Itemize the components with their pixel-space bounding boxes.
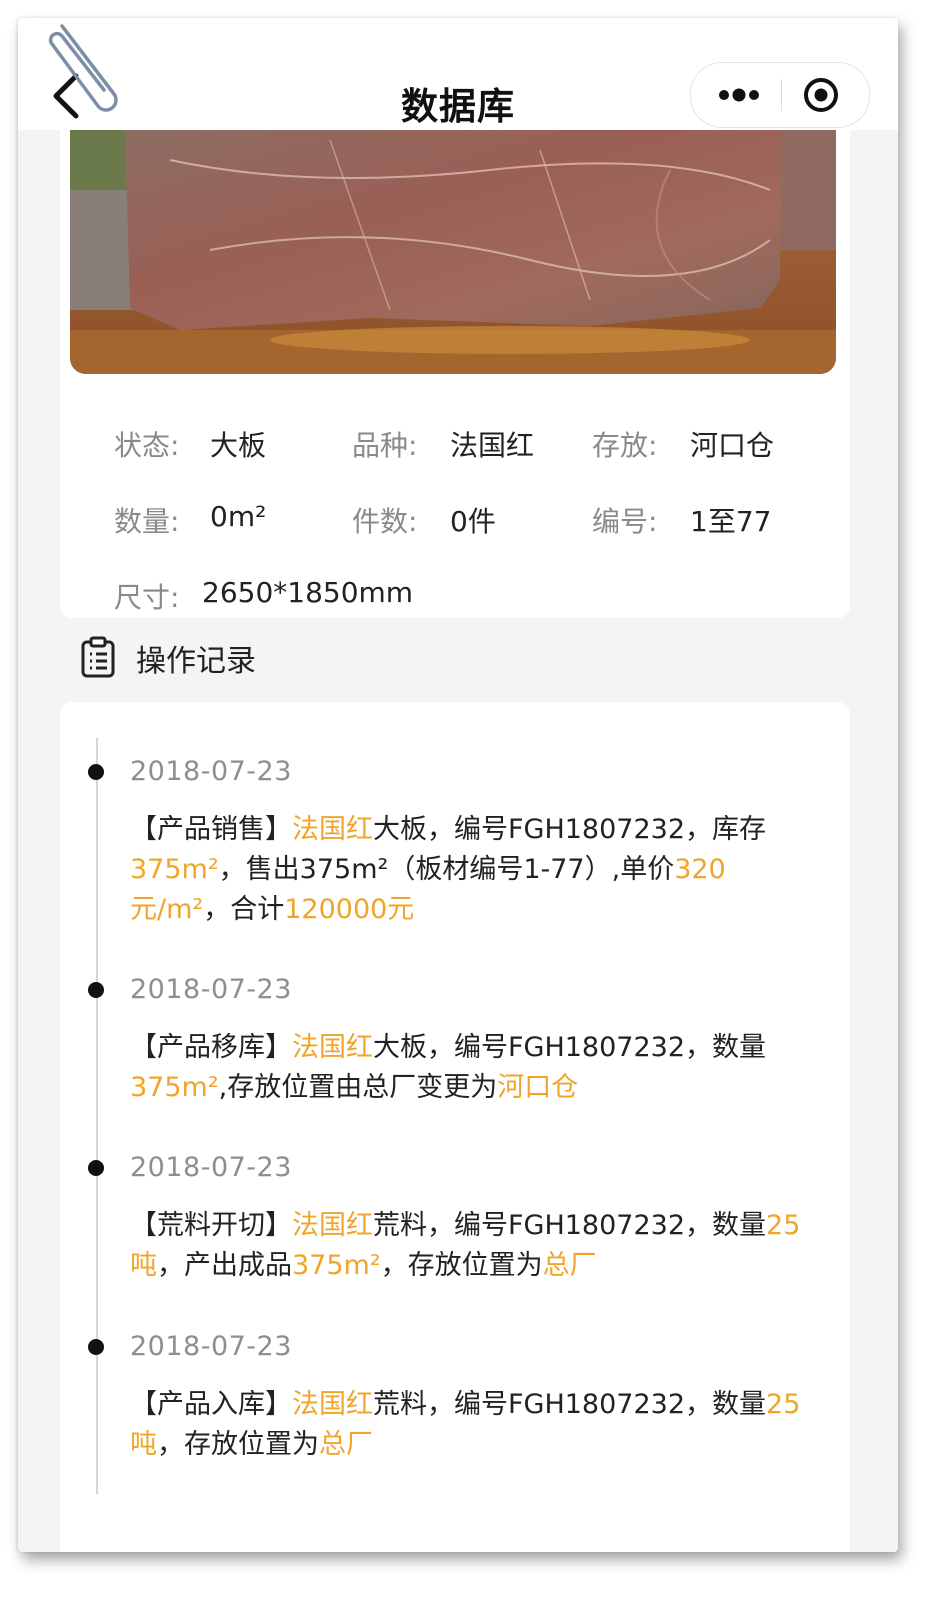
record-date: 2018-07-23 — [130, 1152, 292, 1183]
record-text-segment: 【产品入库】 — [130, 1389, 292, 1420]
size-label: 尺寸: — [114, 581, 180, 614]
exit-target-icon[interactable] — [803, 77, 839, 113]
pieces-field: 件数: 0件 — [352, 500, 496, 540]
paperclip-icon — [48, 24, 118, 112]
mini-program-capsule — [690, 62, 870, 128]
operation-records-card: 2018-07-23 【产品销售】法国红大板，编号FGH1807232，库存37… — [60, 702, 850, 1552]
pieces-value: 0件 — [450, 505, 496, 538]
timeline-dot — [88, 764, 104, 780]
storage-value: 河口仓 — [690, 429, 775, 462]
record-date: 2018-07-23 — [130, 1331, 292, 1362]
record-text: 【荒料开切】法国红荒料，编号FGH1807232，数量25吨，产出成品375m²… — [130, 1206, 820, 1286]
number-label: 编号: — [592, 505, 658, 538]
app-frame: 数据库 状态: 大板 品种: 法国红 存放: 河口仓 数量: 0m² 件数: 0… — [18, 18, 898, 1552]
clipboard-list-icon — [81, 636, 115, 678]
record-date: 2018-07-23 — [130, 756, 292, 787]
highlight-text: 375m² — [130, 1072, 219, 1103]
record-text: 【产品移库】法国红大板，编号FGH1807232，数量 375m²,存放位置由总厂… — [130, 1028, 820, 1108]
stone-block-photo — [70, 130, 836, 374]
status-value: 大板 — [210, 429, 267, 462]
quantity-label: 数量: — [114, 505, 180, 538]
highlight-text: 120000元 — [284, 894, 415, 925]
more-dots-icon[interactable] — [717, 84, 761, 106]
highlight-text: 总厂 — [319, 1429, 373, 1460]
timeline-dot — [88, 1160, 104, 1176]
number-value: 1至77 — [690, 505, 772, 538]
record-text-segment: 【产品移库】 — [130, 1032, 292, 1063]
size-field: 尺寸: 2650*1850mm — [114, 576, 413, 616]
number-field: 编号: 1至77 — [592, 500, 771, 540]
record-text-segment: ，合计 — [203, 894, 285, 925]
record-text-segment: 【产品销售】 — [130, 814, 292, 845]
highlight-text: 法国红 — [292, 814, 373, 845]
highlight-text: 法国红 — [292, 1210, 373, 1241]
record-text-segment: ，存放位置为 — [380, 1250, 543, 1281]
variety-field: 品种: 法国红 — [352, 424, 534, 464]
size-value: 2650*1850mm — [202, 576, 414, 609]
timeline-line — [96, 738, 98, 1494]
record-text-segment: ，产出成品 — [157, 1250, 292, 1281]
record-text-segment: ，售出375m²（板材编号1-77）,单价 — [218, 854, 675, 885]
highlight-text: 375m² — [130, 854, 219, 885]
status-label: 状态: — [114, 429, 180, 462]
nav-bar: 数据库 — [18, 18, 898, 130]
records-section-title: 操作记录 — [136, 644, 256, 679]
record-text: 【产品销售】法国红大板，编号FGH1807232，库存 375m²，售出375m²… — [130, 810, 820, 930]
highlight-text: 375m² — [292, 1250, 381, 1281]
record-date: 2018-07-23 — [130, 974, 292, 1005]
highlight-text: 法国红 — [292, 1032, 373, 1063]
status-field: 状态: 大板 — [114, 424, 266, 464]
highlight-text: 法国红 — [292, 1389, 373, 1420]
variety-label: 品种: — [352, 429, 418, 462]
record-text-segment: ,存放位置由总厂变更为 — [218, 1072, 498, 1103]
record-text-segment: 【荒料开切】 — [130, 1210, 292, 1241]
capsule-divider — [781, 79, 782, 111]
pieces-label: 件数: — [352, 505, 418, 538]
record-text-segment: 大板，编号FGH1807232，数量 — [373, 1032, 767, 1063]
quantity-field: 数量: 0m² — [114, 500, 266, 540]
record-text-segment: 荒料，编号FGH1807232，数量 — [373, 1389, 767, 1420]
storage-label: 存放: — [592, 429, 658, 462]
variety-value: 法国红 — [450, 429, 535, 462]
record-text-segment: 大板，编号FGH1807232，库存 — [373, 814, 767, 845]
storage-field: 存放: 河口仓 — [592, 424, 774, 464]
timeline-dot — [88, 1339, 104, 1355]
timeline-dot — [88, 982, 104, 998]
record-text: 【产品入库】法国红荒料，编号FGH1807232，数量25吨，存放位置为总厂 — [130, 1385, 820, 1465]
record-text-segment: ，存放位置为 — [157, 1429, 319, 1460]
quantity-value: 0m² — [210, 500, 267, 533]
product-info-card: 状态: 大板 品种: 法国红 存放: 河口仓 数量: 0m² 件数: 0件 编号… — [60, 130, 850, 618]
highlight-text: 总厂 — [542, 1250, 597, 1281]
highlight-text: 河口仓 — [497, 1072, 579, 1103]
record-text-segment: 荒料，编号FGH1807232，数量 — [373, 1210, 767, 1241]
